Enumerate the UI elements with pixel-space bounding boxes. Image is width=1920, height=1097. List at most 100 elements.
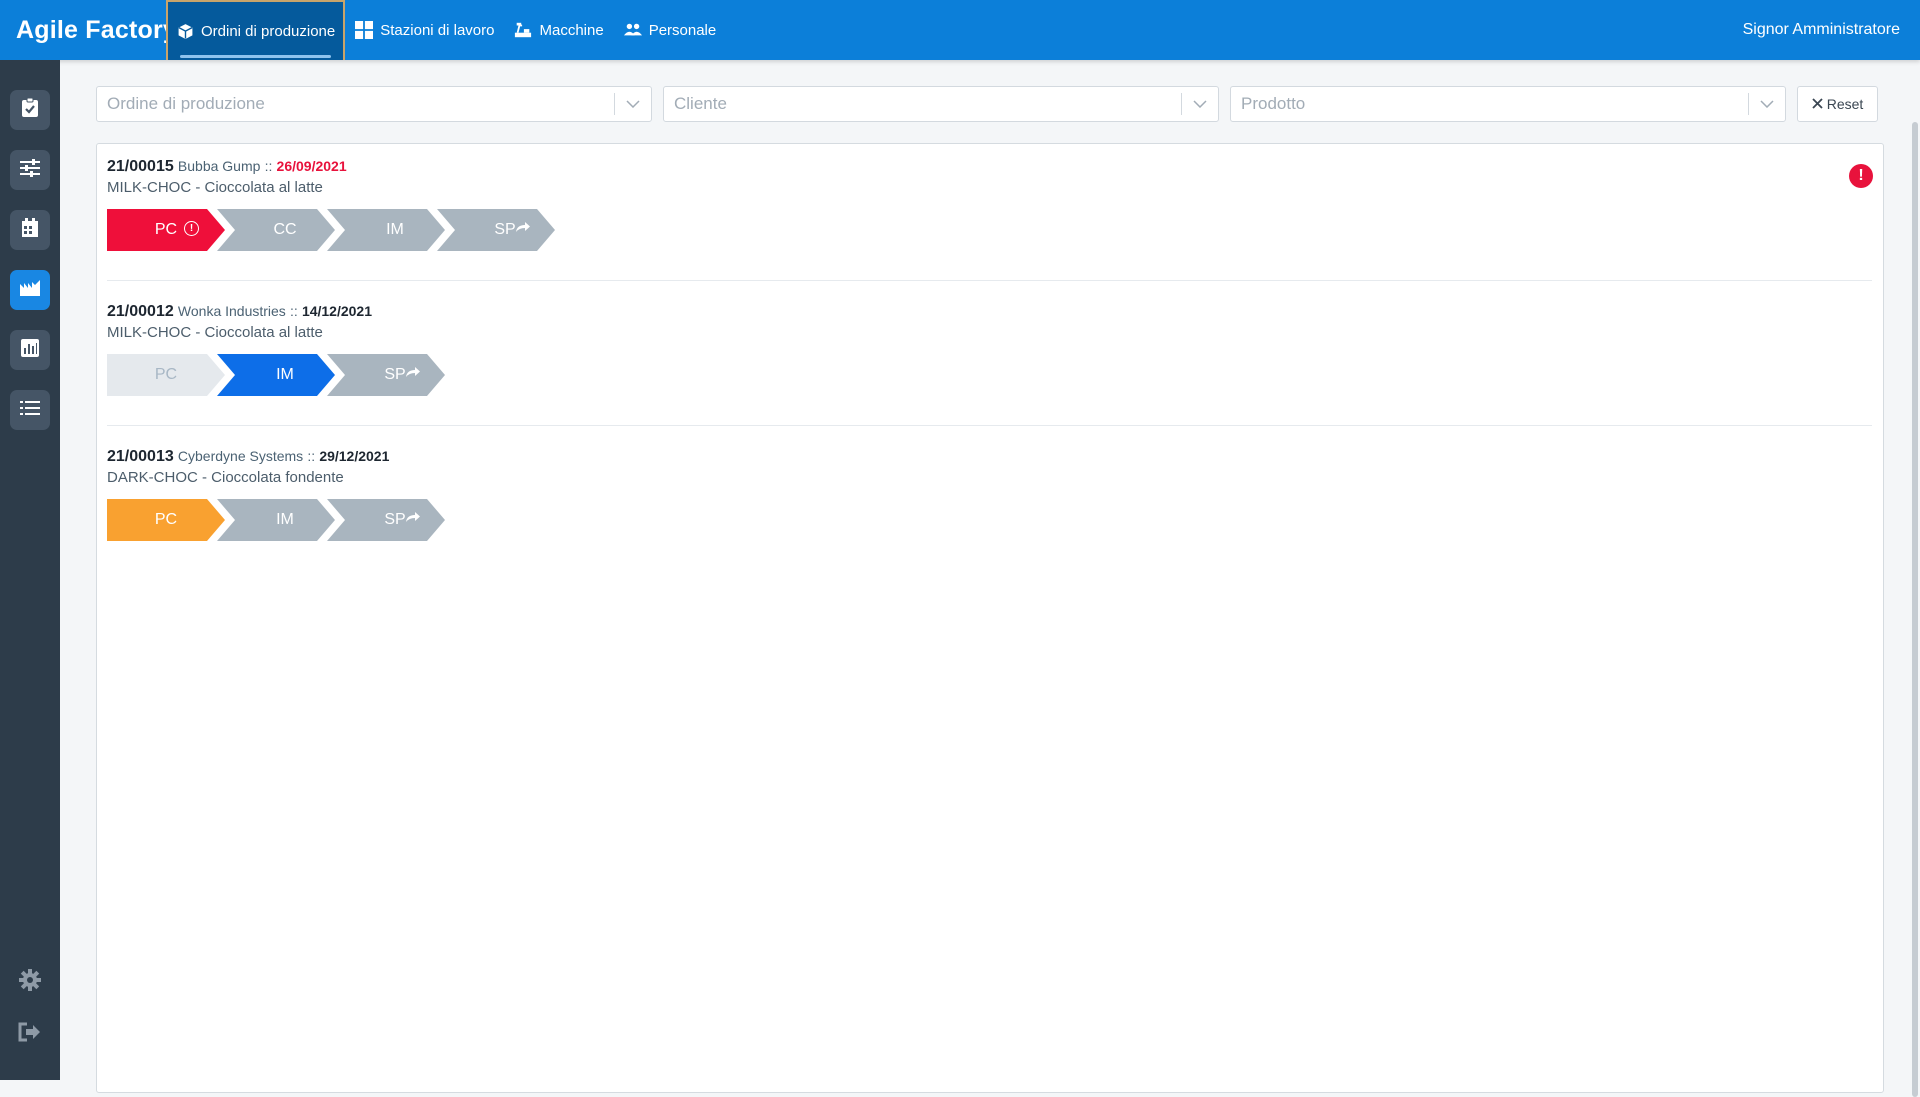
step-label: SP (384, 511, 406, 528)
nav-item-label: Macchine (539, 21, 604, 39)
step-label: SP (494, 221, 516, 238)
divider (107, 425, 1872, 426)
nav-item-label: Stazioni di lavoro (380, 21, 495, 39)
nav-item-workstations[interactable]: Stazioni di lavoro (345, 0, 504, 60)
app-title[interactable]: Agile Factory (16, 16, 177, 45)
sidebar-item-calendar[interactable] (10, 210, 50, 250)
top-navbar: Agile Factory Ordini di produzione Stazi… (0, 0, 1920, 60)
order-header: 21/00012 Wonka Industries :: 14/12/2021 (107, 301, 1872, 322)
divider (107, 280, 1872, 281)
list-icon (20, 400, 40, 421)
order-product: DARK-CHOC - Cioccolata fondente (107, 469, 344, 486)
step-label: IM (386, 221, 404, 238)
reset-button[interactable]: Reset (1797, 86, 1878, 122)
step-im[interactable]: IM (217, 354, 335, 396)
order-code[interactable]: 21/00015 (107, 158, 174, 175)
order-due-date: 29/12/2021 (319, 448, 390, 464)
nav-item-machines[interactable]: Macchine (504, 0, 613, 60)
order-card[interactable]: 21/00015 Bubba Gump :: 26/09/2021 MILK-C… (107, 156, 1872, 251)
filter-bar: Ordine di produzione Cliente Prodotto Re… (96, 86, 1878, 122)
select-placeholder: Cliente (674, 94, 727, 113)
order-steps: PC IM SP (107, 499, 1872, 541)
product-filter[interactable]: Prodotto (1230, 86, 1786, 122)
people-icon (623, 21, 642, 39)
sidebar-logout[interactable] (14, 1018, 46, 1050)
chevron-down-icon[interactable] (615, 100, 651, 108)
step-label: IM (276, 366, 294, 383)
main-content: Ordine di produzione Cliente Prodotto Re… (60, 60, 1920, 1097)
nav-item-label: Personale (648, 21, 717, 39)
client-filter[interactable]: Cliente (663, 86, 1219, 122)
step-label: CC (273, 221, 297, 238)
production-order-filter[interactable]: Ordine di produzione (96, 86, 652, 122)
step-sp[interactable]: SP (327, 354, 445, 396)
select-placeholder: Ordine di produzione (107, 94, 265, 113)
sliders-icon (20, 158, 40, 182)
step-label: PC (154, 366, 178, 383)
share-icon (405, 365, 421, 383)
reset-label: Reset (1826, 96, 1864, 112)
order-card[interactable]: 21/00012 Wonka Industries :: 14/12/2021 … (107, 301, 1872, 396)
orders-panel: 21/00015 Bubba Gump :: 26/09/2021 MILK-C… (96, 143, 1884, 1093)
sidebar-item-tasks[interactable] (10, 90, 50, 130)
step-label: SP (384, 366, 406, 383)
step-label: PC (154, 511, 178, 528)
sidebar-item-reports[interactable] (10, 330, 50, 370)
order-product: MILK-CHOC - Cioccolata al latte (107, 179, 323, 196)
share-icon (405, 510, 421, 528)
alert-circle-icon: ! (184, 221, 199, 236)
logout-icon (18, 1022, 42, 1047)
nav-item-label: Ordini di produzione (201, 22, 336, 40)
nav-item-staff[interactable]: Personale (614, 0, 727, 60)
order-due-date: 14/12/2021 (301, 303, 373, 319)
step-pc[interactable]: PC ! (107, 209, 225, 251)
order-header: 21/00013 Cyberdyne Systems :: 29/12/2021 (107, 446, 1872, 467)
sidebar-item-factory[interactable] (10, 270, 50, 310)
step-pc[interactable]: PC (107, 499, 225, 541)
clipboard-check-icon (21, 97, 39, 123)
main-nav: Ordini di produzione Stazioni di lavoro … (166, 0, 726, 60)
step-label: PC (154, 221, 178, 238)
order-code[interactable]: 21/00013 (107, 448, 174, 465)
order-client: Cyberdyne Systems (177, 448, 304, 464)
order-code[interactable]: 21/00012 (107, 303, 174, 320)
order-steps: PC ! CC IM SP (107, 209, 1872, 251)
order-card[interactable]: 21/00013 Cyberdyne Systems :: 29/12/2021… (107, 446, 1872, 541)
order-separator: :: (289, 303, 298, 319)
order-steps: PC IM SP (107, 354, 1872, 396)
order-product: MILK-CHOC - Cioccolata al latte (107, 324, 323, 341)
grid-icon (355, 21, 374, 39)
share-icon (515, 220, 531, 238)
gear-icon (18, 968, 42, 997)
sidebar (0, 60, 60, 1080)
order-client: Wonka Industries (177, 303, 286, 319)
sidebar-settings[interactable] (14, 966, 46, 998)
order-header: 21/00015 Bubba Gump :: 26/09/2021 (107, 156, 1872, 177)
order-due-date: 26/09/2021 (276, 158, 347, 174)
nav-item-production-orders[interactable]: Ordini di produzione (166, 0, 346, 60)
calendar-icon (21, 217, 39, 243)
step-label: IM (276, 511, 294, 528)
cube-icon (176, 22, 194, 40)
order-separator: :: (307, 448, 316, 464)
sidebar-item-list[interactable] (10, 390, 50, 430)
chevron-down-icon[interactable] (1182, 100, 1218, 108)
alert-icon: ! (1849, 164, 1873, 188)
machine-icon (514, 21, 532, 39)
factory-icon (20, 279, 40, 301)
order-client: Bubba Gump (177, 158, 261, 174)
chart-icon (21, 338, 39, 362)
order-separator: :: (264, 158, 273, 174)
user-menu[interactable]: Signor Amministratore (1743, 0, 1900, 60)
step-im[interactable]: IM (217, 499, 335, 541)
chevron-down-icon[interactable] (1749, 100, 1785, 108)
close-icon (1812, 96, 1823, 112)
step-im[interactable]: IM (327, 209, 445, 251)
step-sp[interactable]: SP (327, 499, 445, 541)
step-sp[interactable]: SP (437, 209, 555, 251)
step-cc[interactable]: CC (217, 209, 335, 251)
sidebar-item-settings-sliders[interactable] (10, 150, 50, 190)
scrollbar[interactable] (1912, 122, 1918, 1097)
step-pc[interactable]: PC (107, 354, 225, 396)
select-placeholder: Prodotto (1241, 94, 1306, 113)
